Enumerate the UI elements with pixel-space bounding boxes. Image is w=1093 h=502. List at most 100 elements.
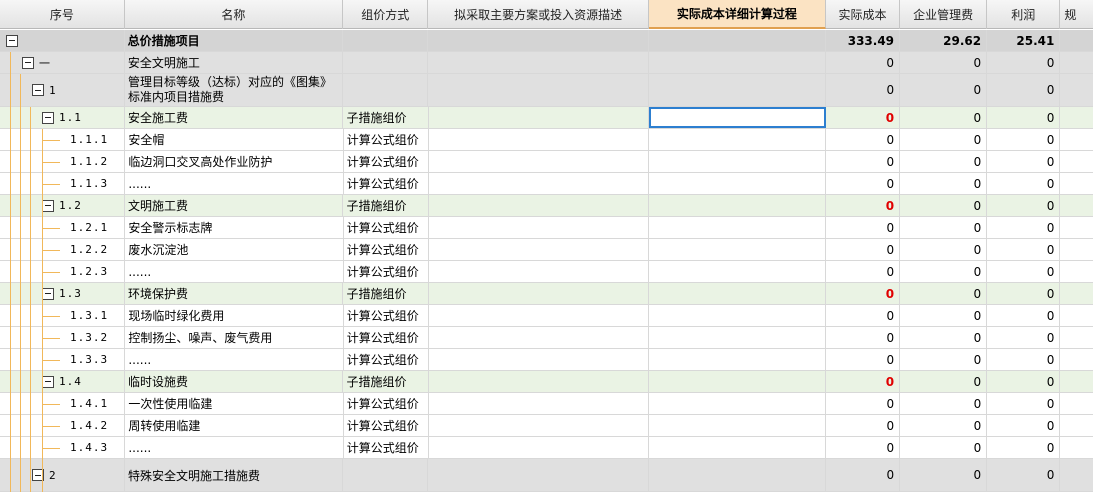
mgmt-cell[interactable]: 0 [900,437,988,458]
method-cell[interactable]: 计算公式组价 [343,217,429,238]
name-cell[interactable]: 一次性使用临建 [125,393,344,414]
seq-cell[interactable]: 1 [0,74,125,106]
method-cell[interactable]: 子措施组价 [343,371,429,392]
cost-cell[interactable]: 0 [826,151,901,172]
method-cell[interactable] [343,459,429,491]
col-header-method[interactable]: 组价方式 [343,0,429,29]
desc-cell[interactable] [428,195,649,216]
method-cell[interactable]: 计算公式组价 [343,239,429,260]
profit-cell[interactable]: 0 [987,283,1061,304]
collapse-toggle-icon[interactable] [42,375,54,388]
cost-cell[interactable]: 0 [825,195,901,216]
col-header-desc[interactable]: 拟采取主要方案或投入资源描述 [428,0,649,29]
table-row[interactable]: 一安全文明施工 0 0 0 [0,52,1093,74]
cost-cell[interactable]: 0 [826,173,901,194]
calc-cell[interactable] [648,195,826,216]
desc-cell[interactable] [428,217,650,238]
seq-cell[interactable]: 1.3.2 [0,327,126,348]
cost-cell[interactable]: 0 [825,459,901,491]
mgmt-cell[interactable]: 0 [900,327,988,348]
profit-cell[interactable]: 0 [987,107,1061,128]
seq-cell[interactable]: 1.4.2 [0,415,126,436]
seq-cell[interactable]: 1.2.2 [0,239,126,260]
mgmt-cell[interactable]: 0 [900,305,988,326]
seq-cell[interactable]: 1.1.3 [0,173,126,194]
collapse-toggle-icon[interactable] [42,287,54,300]
desc-cell[interactable] [428,30,649,51]
seq-cell[interactable]: 1.2.3 [0,261,126,282]
collapse-toggle-icon[interactable] [22,56,34,69]
desc-cell[interactable] [428,283,649,304]
table-row[interactable]: 1.2 文明施工费 子措施组价 0 0 0 [0,195,1093,217]
method-cell[interactable]: 计算公式组价 [343,129,429,150]
col-header-name[interactable]: 名称 [125,0,344,29]
cost-cell[interactable]: 0 [826,305,901,326]
method-cell[interactable]: 子措施组价 [343,283,429,304]
method-cell[interactable] [343,52,429,73]
name-cell[interactable]: 周转使用临建 [125,415,344,436]
calc-cell[interactable] [649,217,826,238]
desc-cell[interactable] [428,173,650,194]
table-row[interactable]: 1.1 安全施工费 子措施组价 0 0 0 [0,107,1093,129]
profit-cell[interactable]: 0 [987,151,1061,172]
method-cell[interactable]: 计算公式组价 [343,173,429,194]
method-cell[interactable]: 子措施组价 [343,195,429,216]
collapse-toggle-icon[interactable] [6,34,18,47]
profit-cell[interactable]: 0 [987,305,1061,326]
mgmt-cell[interactable]: 0 [900,195,988,216]
profit-cell[interactable]: 0 [987,261,1061,282]
desc-cell[interactable] [428,305,650,326]
cost-cell[interactable]: 0 [825,107,901,128]
table-row[interactable]: 1.2.3...... 计算公式组价 0 0 0 [0,261,1093,283]
mgmt-cell[interactable]: 0 [900,173,988,194]
mgmt-cell[interactable]: 0 [900,239,988,260]
mgmt-cell[interactable]: 0 [900,107,988,128]
cost-cell[interactable]: 0 [826,217,901,238]
cost-cell[interactable]: 0 [826,239,901,260]
cost-cell[interactable]: 0 [826,327,901,348]
calc-cell[interactable] [649,151,826,172]
seq-cell[interactable]: 1.1 [0,107,126,128]
name-cell[interactable]: ...... [125,349,344,370]
mgmt-cell[interactable]: 0 [900,217,988,238]
name-cell[interactable]: ...... [125,261,344,282]
calc-cell[interactable] [649,129,826,150]
desc-cell[interactable] [428,393,650,414]
desc-cell[interactable] [428,349,650,370]
calc-cell[interactable] [648,52,826,73]
seq-cell[interactable]: 1.2.1 [0,217,126,238]
desc-cell[interactable] [428,415,650,436]
mgmt-cell[interactable]: 0 [900,74,988,106]
seq-cell[interactable]: 1.1.1 [0,129,126,150]
method-cell[interactable]: 计算公式组价 [343,437,429,458]
name-cell[interactable]: 临边洞口交叉高处作业防护 [125,151,344,172]
name-cell[interactable]: ...... [125,437,344,458]
table-row[interactable]: 1 管理目标等级（达标）对应的《图集》标准内项目措施费 0 0 0 [0,74,1093,107]
mgmt-cell[interactable]: 0 [900,371,988,392]
name-cell[interactable]: 现场临时绿化费用 [125,305,344,326]
profit-cell[interactable]: 0 [987,371,1061,392]
mgmt-cell[interactable]: 0 [900,283,988,304]
seq-cell[interactable]: 2 [0,459,125,491]
desc-cell[interactable] [428,261,650,282]
table-row[interactable]: 1.3.3...... 计算公式组价 0 0 0 [0,349,1093,371]
method-cell[interactable]: 计算公式组价 [343,327,429,348]
desc-cell[interactable] [428,239,650,260]
name-cell[interactable]: 废水沉淀池 [125,239,344,260]
desc-cell[interactable] [428,52,649,73]
calc-cell[interactable] [648,459,826,491]
seq-cell[interactable]: 1.3.1 [0,305,126,326]
cost-cell[interactable]: 0 [826,437,901,458]
profit-cell[interactable]: 0 [987,52,1061,73]
name-cell[interactable]: 环境保护费 [125,283,344,304]
table-row[interactable]: 1.1.2 临边洞口交叉高处作业防护 计算公式组价 0 0 0 [0,151,1093,173]
mgmt-cell[interactable]: 0 [900,393,988,414]
col-header-calc[interactable]: 实际成本详细计算过程 [648,0,826,29]
method-cell[interactable] [343,74,429,106]
profit-cell[interactable]: 0 [987,195,1061,216]
cost-cell[interactable]: 0 [826,129,901,150]
table-row[interactable]: 1.2.1 安全警示标志牌 计算公式组价 0 0 0 [0,217,1093,239]
seq-cell[interactable]: 1.2 [0,195,126,216]
table-row[interactable]: 1.4.1 一次性使用临建 计算公式组价 0 0 0 [0,393,1093,415]
desc-cell[interactable] [428,129,650,150]
